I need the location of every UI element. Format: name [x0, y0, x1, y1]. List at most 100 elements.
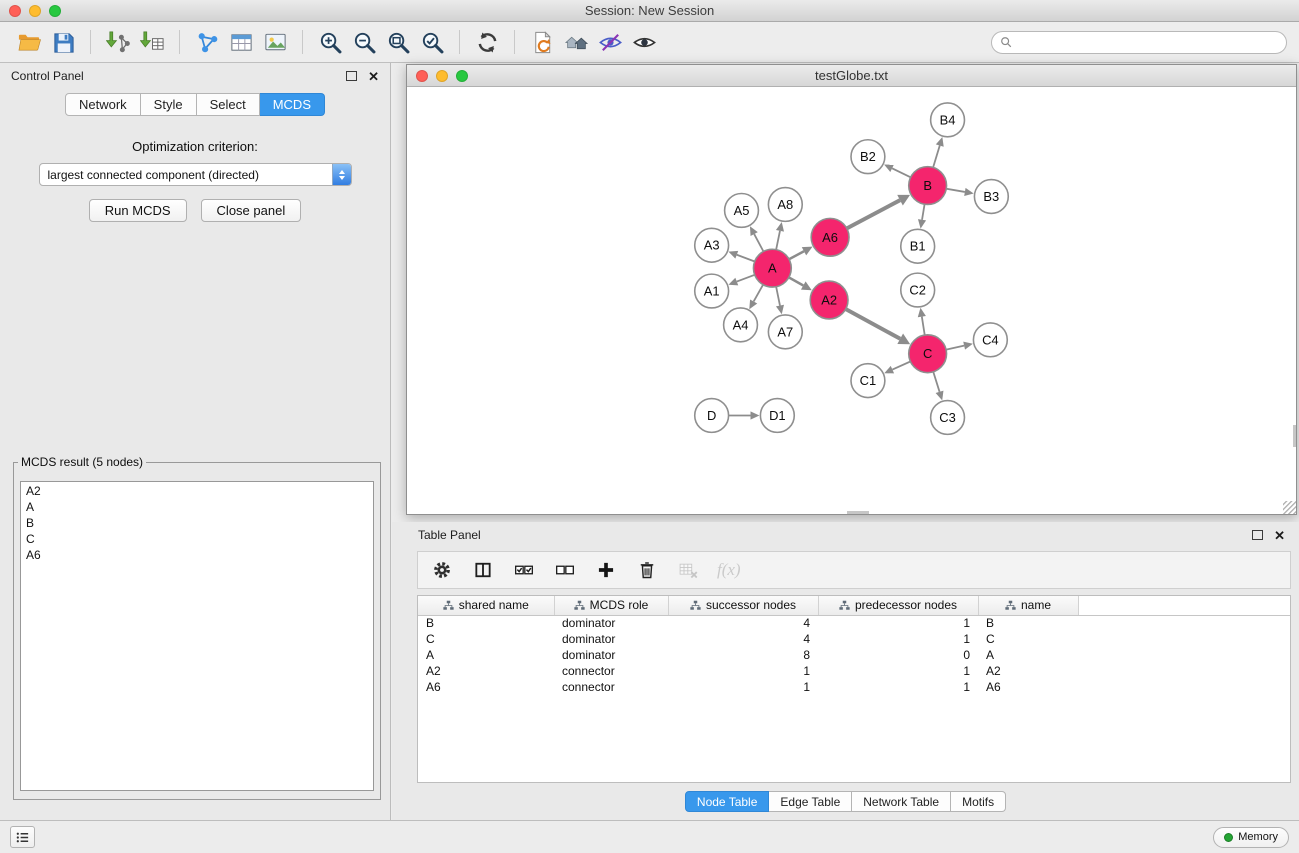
zoom-window-button[interactable] — [49, 5, 61, 17]
graph-node-A5[interactable]: A5 — [725, 194, 759, 228]
optimization-criterion-dropdown[interactable]: largest connected component (directed) — [39, 163, 352, 186]
resize-grip[interactable] — [1283, 501, 1296, 514]
tab-style[interactable]: Style — [141, 93, 197, 116]
table-row[interactable]: Bdominator41B — [418, 615, 1290, 631]
mcds-result-list[interactable]: A2ABCA6 — [20, 481, 374, 791]
float-panel-icon[interactable] — [346, 71, 357, 81]
result-item[interactable]: A6 — [26, 548, 368, 564]
column-header-successor-nodes[interactable]: successor nodes — [668, 596, 818, 615]
vertical-scroll-hint[interactable] — [1293, 425, 1296, 447]
run-mcds-button[interactable]: Run MCDS — [89, 199, 187, 222]
search-input[interactable] — [1017, 35, 1278, 49]
tab-select[interactable]: Select — [197, 93, 260, 116]
graph-node-C1[interactable]: C1 — [851, 364, 885, 398]
graph-node-B1[interactable]: B1 — [901, 229, 935, 263]
result-item[interactable]: A — [26, 500, 368, 516]
table-row[interactable]: A6connector11A6 — [418, 679, 1290, 695]
graph-node-A7[interactable]: A7 — [768, 315, 802, 349]
horizontal-scroll-hint[interactable] — [847, 511, 869, 514]
network-canvas[interactable]: B4 B2 B B3 A5 A8 A6 A3 A B1 A1 A2 C2 A4 A7 C4 C C1 D D1 C3 — [407, 87, 1296, 514]
graph-node-C3[interactable]: C3 — [931, 401, 965, 435]
table-row[interactable]: A2connector11A2 — [418, 663, 1290, 679]
memory-label: Memory — [1238, 831, 1278, 843]
search-box[interactable] — [991, 31, 1287, 54]
table-row[interactable]: Cdominator41C — [418, 631, 1290, 647]
close-table-panel-icon[interactable]: ✕ — [1274, 529, 1285, 542]
graph-node-B[interactable]: B — [909, 167, 947, 205]
column-header-shared-name[interactable]: shared name — [418, 596, 554, 615]
zoom-in-button[interactable] — [313, 26, 347, 58]
memory-button[interactable]: Memory — [1213, 827, 1289, 848]
show-panels-button[interactable] — [627, 26, 661, 58]
table-cell: A6 — [978, 679, 1078, 695]
tab-node-table[interactable]: Node Table — [685, 791, 770, 812]
graph-node-B3[interactable]: B3 — [974, 180, 1008, 214]
graph-node-A8[interactable]: A8 — [768, 188, 802, 222]
column-header-label: successor nodes — [706, 598, 796, 612]
export-image-button[interactable] — [258, 26, 292, 58]
zoom-out-button[interactable] — [347, 26, 381, 58]
tab-network[interactable]: Network — [65, 93, 141, 116]
open-file-button[interactable] — [12, 26, 46, 58]
save-session-button[interactable] — [46, 26, 80, 58]
select-all-button[interactable] — [512, 558, 536, 582]
graph-node-A2[interactable]: A2 — [810, 281, 848, 319]
graph-node-D[interactable]: D — [695, 399, 729, 433]
network-zoom-button[interactable] — [456, 70, 468, 82]
graph-node-A6[interactable]: A6 — [811, 218, 849, 256]
deselect-all-button[interactable] — [553, 558, 577, 582]
graph-node-C4[interactable]: C4 — [973, 323, 1007, 357]
graphics-details-button[interactable] — [559, 26, 593, 58]
network-graph[interactable]: B4 B2 B B3 A5 A8 A6 A3 A B1 A1 A2 C2 A4 A7 C4 C C1 D D1 C3 — [407, 87, 1296, 514]
import-table-from-file-button[interactable] — [135, 26, 169, 58]
table-cell: 1 — [818, 615, 978, 631]
table-options-button[interactable] — [430, 558, 454, 582]
minimize-window-button[interactable] — [29, 5, 41, 17]
result-item[interactable]: A2 — [26, 484, 368, 500]
hide-panels-button[interactable] — [593, 26, 627, 58]
table-row[interactable]: Adominator80A — [418, 647, 1290, 663]
zoom-fit-button[interactable] — [381, 26, 415, 58]
window-title: Session: New Session — [0, 3, 1299, 18]
graph-node-A3[interactable]: A3 — [695, 228, 729, 262]
result-item[interactable]: B — [26, 516, 368, 532]
close-panel-button[interactable]: Close panel — [201, 199, 302, 222]
column-header-mcds-role[interactable]: MCDS role — [554, 596, 668, 615]
zoom-selected-button[interactable] — [415, 26, 449, 58]
graph-node-C2[interactable]: C2 — [901, 273, 935, 307]
close-control-panel-icon[interactable]: ✕ — [368, 70, 379, 83]
refresh-view-button[interactable] — [470, 26, 504, 58]
float-table-panel-icon[interactable] — [1252, 530, 1263, 540]
zoom-in-icon — [313, 26, 347, 58]
graph-node-B4[interactable]: B4 — [931, 103, 965, 137]
tab-motifs[interactable]: Motifs — [951, 791, 1006, 812]
column-header-predecessor-nodes[interactable]: predecessor nodes — [818, 596, 978, 615]
show-columns-button[interactable] — [471, 558, 495, 582]
tab-network-table[interactable]: Network Table — [852, 791, 951, 812]
zoom-out-icon — [347, 26, 381, 58]
graph-node-A1[interactable]: A1 — [695, 274, 729, 308]
graph-node-B2[interactable]: B2 — [851, 140, 885, 174]
compare-networks-button[interactable] — [525, 26, 559, 58]
network-close-button[interactable] — [416, 70, 428, 82]
new-network-button[interactable] — [190, 26, 224, 58]
import-network-from-file-button[interactable] — [101, 26, 135, 58]
tab-mcds[interactable]: MCDS — [260, 93, 325, 116]
network-minimize-button[interactable] — [436, 70, 448, 82]
tab-edge-table[interactable]: Edge Table — [769, 791, 852, 812]
add-entry-button[interactable] — [594, 558, 618, 582]
task-history-button[interactable] — [10, 826, 35, 848]
delete-entries-button[interactable] — [635, 558, 659, 582]
result-item[interactable]: C — [26, 532, 368, 548]
graph-node-A4[interactable]: A4 — [724, 308, 758, 342]
network-window-titlebar[interactable]: testGlobe.txt — [407, 65, 1296, 87]
new-table-button[interactable] — [224, 26, 258, 58]
graph-node-D1[interactable]: D1 — [760, 399, 794, 433]
table-cell: 1 — [668, 679, 818, 695]
column-header-name[interactable]: name — [978, 596, 1078, 615]
graph-node-C[interactable]: C — [909, 335, 947, 373]
toolbar-separator — [90, 30, 91, 54]
graph-node-A[interactable]: A — [753, 249, 791, 287]
table-cell-filler — [1078, 647, 1290, 663]
close-window-button[interactable] — [9, 5, 21, 17]
